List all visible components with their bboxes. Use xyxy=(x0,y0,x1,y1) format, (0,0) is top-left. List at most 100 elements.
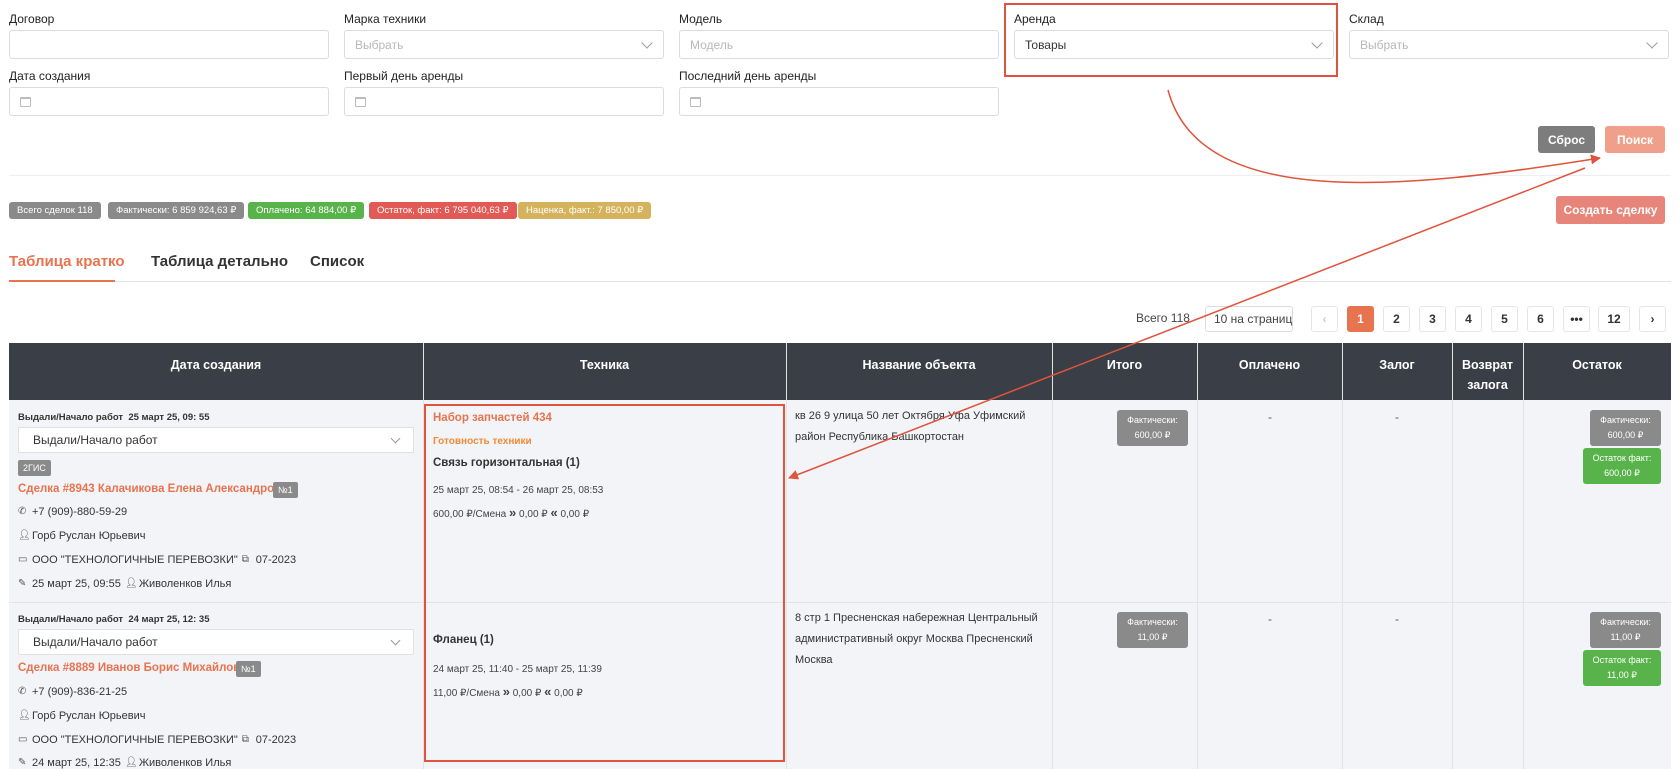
warehouse-select-placeholder: Выбрать xyxy=(1360,37,1409,52)
row1-rest-label: Фактически: xyxy=(1600,415,1651,425)
row1-phone: ✆ +7 (909)-880-59-29 xyxy=(18,506,127,518)
chip-fact: Фактически: 6 859 924,63 ₽ xyxy=(108,202,245,219)
row2-rest-fact-badge: Остаток факт: 11,00 ₽ xyxy=(1583,650,1661,686)
page-4-button[interactable]: 4 xyxy=(1455,306,1482,332)
row1-rest-fact-badge: Остаток факт: 600,00 ₽ xyxy=(1583,448,1661,484)
user-icon: 👤︎ xyxy=(124,757,138,768)
row1-rest-value: 600,00 ₽ xyxy=(1607,430,1644,440)
col-created: Дата создания xyxy=(170,358,262,372)
row2-rest-fact-value: 11,00 ₽ xyxy=(1606,670,1638,680)
copy-icon[interactable]: ⧉ xyxy=(242,735,252,745)
filter-brand: Марка техники Выбрать xyxy=(344,12,664,59)
row1-object: кв 26 9 улица 50 лет Октября Уфа Уфимски… xyxy=(795,410,1026,443)
filter-created: Дата создания xyxy=(9,69,329,116)
filter-model-label: Модель xyxy=(679,12,723,26)
chevron-down-icon xyxy=(641,37,653,49)
col-paid: Оплачено xyxy=(1238,358,1301,372)
row2-status-line: Выдали/Начало работ 24 март 25, 12: 35 xyxy=(18,614,209,625)
row2-edited: ✎ 24 март 25, 12:35 👤︎ Живоленков Илья xyxy=(18,757,231,769)
col-total: Итого xyxy=(1106,358,1143,372)
row2-object: 8 стр 1 Пресненская набережная Центральн… xyxy=(795,612,1038,666)
warehouse-select[interactable]: Выбрать xyxy=(1349,30,1669,59)
row1-edited-text: 25 март 25, 09:55 xyxy=(32,578,121,590)
model-input[interactable]: Модель xyxy=(679,30,999,59)
page-6-button[interactable]: 6 xyxy=(1527,306,1554,332)
last-day-date-picker[interactable] xyxy=(679,87,999,116)
col-divider xyxy=(1452,343,1453,769)
row-divider xyxy=(9,602,1671,603)
row2-total-value: 11,00 ₽ xyxy=(1137,632,1168,642)
col-object: Название объекта xyxy=(862,358,976,372)
row2-rest-fact-label: Остаток факт: xyxy=(1592,655,1652,665)
row2-rest-badge: Фактически: 11,00 ₽ xyxy=(1590,612,1661,648)
row2-phone-text: +7 (909)-836-21-25 xyxy=(32,686,128,698)
created-date-picker[interactable] xyxy=(9,87,329,116)
briefcase-icon: ▭ xyxy=(18,734,28,745)
per-page-value: 10 на странице xyxy=(1214,312,1293,326)
filter-created-label: Дата создания xyxy=(9,69,91,83)
col-divider xyxy=(1523,343,1524,769)
tab-table-short[interactable]: Таблица кратко xyxy=(9,253,125,270)
row1-editor-text: Живоленков Илья xyxy=(138,578,232,590)
brand-select[interactable]: Выбрать xyxy=(344,30,664,59)
filter-brand-label: Марка техники xyxy=(344,12,427,26)
page-1-button[interactable]: 1 xyxy=(1347,306,1374,332)
first-day-date-picker[interactable] xyxy=(344,87,664,116)
next-page-button[interactable]: › xyxy=(1639,306,1666,332)
page-3-button[interactable]: 3 xyxy=(1419,306,1446,332)
filter-last-day: Последний день аренды xyxy=(679,69,999,116)
filter-first-day: Первый день аренды xyxy=(344,69,664,116)
row1-status-select[interactable]: Выдали/Начало работ xyxy=(18,427,414,453)
chip-paid: Оплачено: 64 884,00 ₽ xyxy=(248,202,365,219)
row1-total-value: 600,00 ₽ xyxy=(1134,430,1171,440)
page-12-button[interactable]: 12 xyxy=(1598,306,1630,332)
filters-divider xyxy=(9,175,1671,176)
page-2-button[interactable]: 2 xyxy=(1383,306,1410,332)
row2-manager-text: Горб Руслан Юрьевич xyxy=(32,710,146,722)
search-button[interactable]: Поиск xyxy=(1605,126,1665,153)
page-5-button[interactable]: 5 xyxy=(1491,306,1518,332)
per-page-select[interactable]: 10 на странице xyxy=(1205,306,1293,332)
row1-status-select-value: Выдали/Начало работ xyxy=(33,433,158,447)
col-tech: Техника xyxy=(579,358,630,372)
chip-rest: Остаток, факт: 6 795 040,63 ₽ xyxy=(369,202,517,219)
row1-company: ▭ ООО "ТЕХНОЛОГИЧНЫЕ ПЕРЕВОЗКИ" ⧉ 07-2023 xyxy=(18,554,296,566)
create-deal-button[interactable]: Создать сделку xyxy=(1556,196,1665,224)
row2-company-date: 07-2023 xyxy=(255,734,297,746)
row1-status-date: 25 март 25, 09: 55 xyxy=(128,412,210,423)
contract-input[interactable] xyxy=(9,30,329,59)
filter-last-day-label: Последний день аренды xyxy=(679,69,817,83)
reset-button[interactable]: Сброс xyxy=(1538,126,1595,153)
prev-page-button[interactable]: ‹ xyxy=(1311,306,1338,332)
user-icon: 👤︎ xyxy=(124,578,138,589)
col-divider xyxy=(1197,343,1198,769)
chevron-down-icon xyxy=(390,635,401,646)
tab-list[interactable]: Список xyxy=(310,253,364,270)
highlight-tech-cell xyxy=(424,404,785,762)
row2-total-label: Фактически: xyxy=(1127,617,1178,627)
row1-rest-fact-value: 600,00 ₽ xyxy=(1604,468,1640,478)
active-tab-indicator xyxy=(9,280,115,282)
row1-status-line: Выдали/Начало работ 25 март 25, 09: 55 xyxy=(18,412,209,423)
chip-total-deals: Всего сделок 118 xyxy=(9,202,101,219)
filter-warehouse-label: Склад xyxy=(1349,12,1384,26)
row2-phone: ✆ +7 (909)-836-21-25 xyxy=(18,686,127,698)
tab-table-detailed[interactable]: Таблица детально xyxy=(151,253,288,270)
row1-manager-text: Горб Руслан Юрьевич xyxy=(32,530,146,542)
row2-edited-text: 24 март 25, 12:35 xyxy=(32,757,121,769)
row1-deal-link[interactable]: Сделка #8943 Калачикова Елена Александро… xyxy=(18,483,295,495)
brand-select-placeholder: Выбрать xyxy=(355,37,404,52)
row1-status-text: Выдали/Начало работ xyxy=(18,412,124,423)
chip-markup: Наценка, факт.: 7 850,00 ₽ xyxy=(518,202,652,219)
row2-status-text: Выдали/Начало работ xyxy=(18,614,124,625)
col-deposit-return: Возврат залога xyxy=(1461,358,1514,392)
row1-paid: - xyxy=(1268,410,1272,424)
row2-rest-value: 11,00 ₽ xyxy=(1610,632,1641,642)
page-ellipsis-button[interactable]: ••• xyxy=(1563,306,1590,332)
row2-deal-link[interactable]: Сделка #8889 Иванов Борис Михайлович xyxy=(18,662,254,674)
col-divider xyxy=(1052,343,1053,769)
row2-status-select[interactable]: Выдали/Начало работ xyxy=(18,629,414,655)
row2-status-date: 24 март 25, 12: 35 xyxy=(128,614,210,625)
copy-icon[interactable]: ⧉ xyxy=(242,555,252,565)
row2-company: ▭ ООО "ТЕХНОЛОГИЧНЫЕ ПЕРЕВОЗКИ" ⧉ 07-2023 xyxy=(18,734,296,746)
